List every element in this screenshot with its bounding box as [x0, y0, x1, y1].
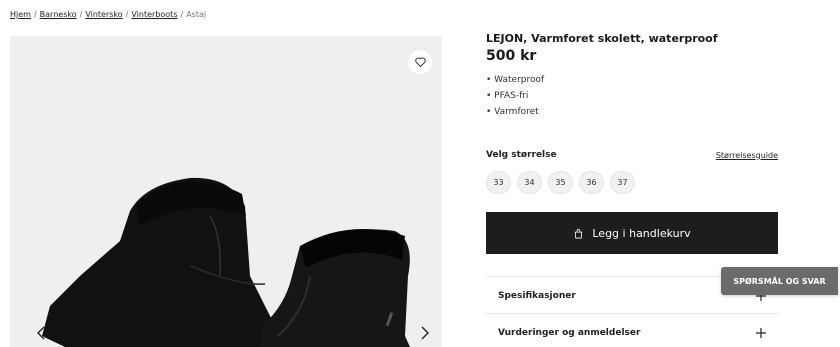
size-option-36[interactable]: 36 — [579, 171, 604, 194]
heart-icon — [414, 57, 426, 67]
next-image-button[interactable] — [416, 322, 434, 344]
chevron-right-icon — [421, 326, 429, 340]
size-option-35[interactable]: 35 — [548, 171, 573, 194]
questions-and-answers-button[interactable]: SPØRSMÅL OG SVAR — [721, 267, 838, 295]
reviews-label: Vurderinger og anmeldelser — [498, 327, 641, 338]
add-to-cart-label: Legg i handlekurv — [592, 226, 691, 240]
breadcrumb: Hjem / Barnesko / Vintersko / Vinterboot… — [10, 10, 206, 19]
plus-icon — [756, 327, 766, 338]
add-to-cart-button[interactable]: Legg i handlekurv — [486, 212, 778, 254]
product-price: 500 kr — [486, 48, 537, 64]
breadcrumb-separator: / — [33, 10, 37, 19]
size-guide-link[interactable]: Størrelsesguide — [716, 151, 778, 160]
breadcrumb-separator: / — [180, 10, 184, 19]
specifications-label: Spesifikasjoner — [498, 290, 576, 301]
product-image — [42, 177, 410, 347]
product-title: LEJON, Varmforet skolett, waterproof — [486, 32, 718, 45]
breadcrumb-vinterboots-link[interactable]: Vinterboots — [131, 10, 177, 19]
feature-list: Waterproof PFAS-fri Varmforet — [486, 72, 778, 120]
favorite-button[interactable] — [408, 50, 432, 74]
breadcrumb-separator: / — [125, 10, 129, 19]
size-header: Velg størrelse Størrelsesguide — [486, 150, 778, 160]
feature-item: Waterproof — [486, 72, 778, 88]
breadcrumb-barnesko-link[interactable]: Barnesko — [40, 10, 77, 19]
breadcrumb-home-link[interactable]: Hjem — [10, 10, 31, 19]
previous-image-button[interactable] — [32, 322, 50, 344]
size-option-33[interactable]: 33 — [486, 171, 511, 194]
product-image-gallery — [10, 36, 442, 347]
feature-item: PFAS-fri — [486, 88, 778, 104]
breadcrumb-current: Astaj — [186, 10, 207, 19]
breadcrumb-separator: / — [79, 10, 83, 19]
size-option-37[interactable]: 37 — [610, 171, 635, 194]
chevron-left-icon — [37, 326, 45, 340]
feature-item: Varmforet — [486, 104, 778, 120]
size-option-34[interactable]: 34 — [517, 171, 542, 194]
product-info: LEJON, Varmforet skolett, waterproof 500… — [486, 32, 778, 120]
size-label: Velg størrelse — [486, 150, 557, 160]
reviews-accordion[interactable]: Vurderinger og anmeldelser — [486, 313, 778, 347]
shopping-bag-icon — [575, 228, 583, 238]
size-selector: 33 34 35 36 37 — [486, 171, 635, 194]
breadcrumb-vintersko-link[interactable]: Vintersko — [85, 10, 122, 19]
